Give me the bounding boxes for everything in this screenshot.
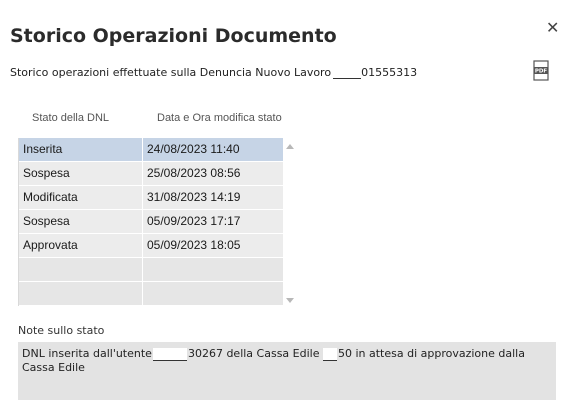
redacted-field (333, 66, 362, 79)
table-row[interactable]: Sospesa 25/08/2023 08:56 (19, 162, 283, 186)
dialog-title: Storico Operazioni Documento (10, 25, 337, 47)
table-row[interactable]: Inserita 24/08/2023 11:40 (19, 138, 283, 162)
cell-data: 24/08/2023 11:40 (143, 138, 283, 161)
cell-stato (19, 282, 143, 305)
table-row[interactable] (19, 258, 283, 282)
notes-text-part1: DNL inserita dall'utente (22, 347, 152, 360)
cell-data (143, 282, 283, 305)
cell-data: 05/09/2023 18:05 (143, 234, 283, 257)
cell-stato: Modificata (19, 186, 143, 209)
table-row[interactable] (19, 282, 283, 306)
operations-history-dialog: Storico Operazioni Documento ✕ Storico o… (0, 0, 561, 406)
dialog-subtitle: Storico operazioni effettuate sulla Denu… (10, 66, 417, 79)
table-row[interactable]: Sospesa 05/09/2023 17:17 (19, 210, 283, 234)
column-header-stato: Stato della DNL (32, 112, 110, 124)
column-header-data: Data e Ora modifica stato (157, 112, 282, 124)
cell-stato: Approvata (19, 234, 143, 257)
notes-text-part2: 30267 della Cassa Edile (187, 347, 320, 360)
cell-data: 31/08/2023 14:19 (143, 186, 283, 209)
cell-data (143, 258, 283, 281)
redacted-user (152, 347, 187, 361)
cell-stato: Sospesa (19, 162, 143, 185)
table-row[interactable]: Approvata 05/09/2023 18:05 (19, 234, 283, 258)
pdf-export-icon[interactable]: PDF (532, 60, 550, 82)
svg-text:PDF: PDF (535, 69, 548, 75)
scroll-down-icon[interactable] (286, 298, 294, 303)
subtitle-suffix: 01555313 (361, 66, 418, 79)
scroll-up-icon[interactable] (286, 144, 294, 149)
status-history-table: Inserita 24/08/2023 11:40 Sospesa 25/08/… (18, 138, 283, 306)
close-icon[interactable]: ✕ (546, 20, 559, 36)
table-scrollbar[interactable] (284, 138, 298, 308)
cell-stato (19, 258, 143, 281)
cell-data: 25/08/2023 08:56 (143, 162, 283, 185)
table-row[interactable]: Modificata 31/08/2023 14:19 (19, 186, 283, 210)
redacted-code (322, 347, 337, 361)
cell-data: 05/09/2023 17:17 (143, 210, 283, 233)
subtitle-prefix: Storico operazioni effettuate sulla Denu… (10, 66, 332, 79)
notes-textarea[interactable]: DNL inserita dall'utente 30267 della Cass… (18, 342, 556, 400)
notes-label: Note sullo stato (18, 324, 105, 337)
cell-stato: Sospesa (19, 210, 143, 233)
cell-stato: Inserita (19, 138, 143, 161)
